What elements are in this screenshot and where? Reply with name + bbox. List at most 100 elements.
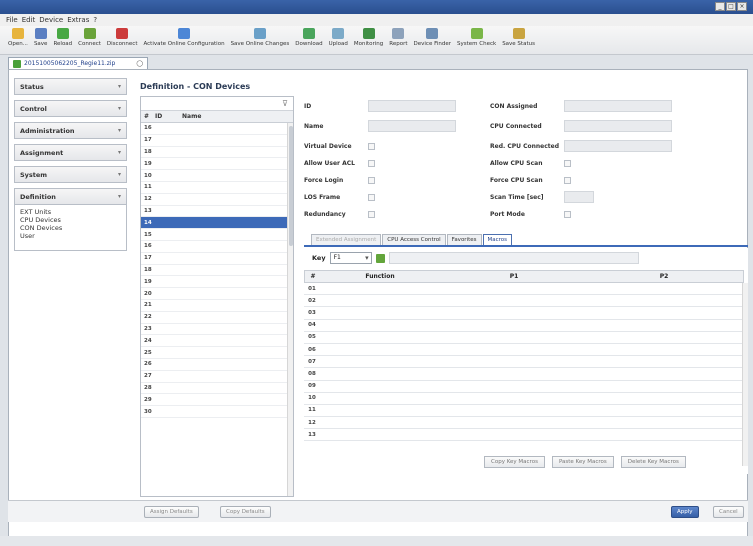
device-row[interactable]: 21 [141, 300, 293, 312]
macro-row[interactable]: 03 [304, 307, 744, 320]
port-mode-checkbox[interactable] [564, 210, 571, 218]
device-row[interactable]: 25 [141, 347, 293, 359]
menu-extras[interactable]: Extras [67, 16, 89, 24]
tab-2[interactable]: Favorites [446, 234, 482, 245]
toolbar-button-13[interactable]: Save Status [502, 26, 535, 47]
device-row[interactable]: 17 [141, 253, 293, 265]
macro-row[interactable]: 11 [304, 405, 744, 418]
toolbar-button-6[interactable]: Save Online Changes [231, 26, 289, 47]
apply-button[interactable]: Apply [671, 506, 699, 518]
menu-device[interactable]: Device [39, 16, 63, 24]
name-field[interactable] [368, 120, 456, 132]
nav-sub-item[interactable]: EXT Units [20, 208, 121, 216]
key-select[interactable]: F1 [329, 252, 372, 264]
device-row[interactable]: 19 [141, 276, 293, 289]
nav-section-2[interactable]: Administration ▾ [14, 122, 127, 139]
device-row[interactable]: 24 [141, 335, 293, 348]
macro-row[interactable]: 07 [304, 356, 744, 369]
tab-1[interactable]: CPU Access Control [382, 234, 446, 245]
cpu-connected-field[interactable] [564, 120, 672, 132]
filter-row[interactable]: ⊽ [141, 97, 293, 111]
macro-row[interactable]: 02 [304, 295, 744, 308]
nav-sub-item[interactable]: CPU Devices [20, 216, 121, 224]
apply-key-icon[interactable] [375, 253, 385, 263]
device-row[interactable]: 16 [141, 123, 293, 135]
device-row[interactable]: 16 [141, 241, 293, 253]
menu-help[interactable]: ? [93, 16, 97, 24]
assign-defaults-button[interactable]: Assign Defaults [144, 506, 199, 518]
macro-row[interactable]: 01 [304, 283, 744, 296]
nav-section-5[interactable]: Definition ▾ [14, 188, 127, 205]
scroll-thumb[interactable] [289, 126, 293, 246]
device-row[interactable]: 27 [141, 371, 293, 383]
macro-row[interactable]: 13 [304, 429, 744, 442]
toolbar-button-0[interactable]: Open... [8, 26, 28, 47]
nav-sub-item[interactable]: CON Devices [20, 224, 121, 232]
device-row[interactable]: 15 [141, 229, 293, 241]
toolbar-button-1[interactable]: Save [34, 26, 47, 47]
col-p1[interactable]: P1 [439, 273, 589, 280]
nav-sub-item[interactable]: User [20, 232, 121, 240]
toolbar-button-12[interactable]: System Check [457, 26, 496, 47]
toolbar-button-3[interactable]: Connect [78, 26, 101, 47]
con-assigned-field[interactable] [564, 100, 672, 112]
toolbar-button-10[interactable]: Report [389, 26, 408, 47]
id-field[interactable] [368, 100, 456, 112]
toolbar-button-9[interactable]: Monitoring [354, 26, 383, 47]
device-row[interactable]: 17 [141, 135, 293, 147]
nav-section-4[interactable]: System ▾ [14, 166, 127, 183]
macro-row[interactable]: 04 [304, 320, 744, 332]
device-row[interactable]: 30 [141, 406, 293, 418]
macro-button-2[interactable]: Delete Key Macros [620, 456, 686, 468]
device-row[interactable]: 13 [141, 206, 293, 218]
device-row[interactable]: 11 [141, 182, 293, 194]
device-row[interactable]: 23 [141, 324, 293, 336]
close-tab-icon[interactable]: ◯ [136, 60, 143, 67]
los-frame-checkbox[interactable] [368, 193, 375, 201]
device-row[interactable]: 29 [141, 394, 293, 407]
col-name[interactable]: Name [182, 113, 201, 120]
list-scrollbar[interactable] [287, 123, 293, 496]
macro-row[interactable]: 05 [304, 332, 744, 344]
toolbar-button-7[interactable]: Download [295, 26, 323, 47]
col-id[interactable]: ID [155, 113, 182, 120]
device-row[interactable]: 28 [141, 383, 293, 395]
minimize-icon[interactable]: _ [715, 2, 725, 11]
filter-icon[interactable]: ⊽ [282, 99, 288, 108]
tab-0[interactable]: Extended Assignment [311, 234, 382, 245]
tab-3[interactable]: Macros [482, 234, 513, 245]
menu-edit[interactable]: Edit [22, 16, 36, 24]
macro-row[interactable]: 10 [304, 393, 744, 405]
maximize-icon[interactable]: □ [726, 2, 736, 11]
macro-row[interactable]: 09 [304, 381, 744, 393]
nav-section-1[interactable]: Control ▾ [14, 100, 127, 117]
allow-cpu-scan-checkbox[interactable] [564, 159, 571, 167]
toolbar-button-8[interactable]: Upload [329, 26, 348, 47]
device-row[interactable]: 26 [141, 359, 293, 371]
close-icon[interactable]: × [737, 2, 747, 11]
macro-row[interactable]: 08 [304, 368, 744, 381]
document-tab[interactable]: 20151005062205_Regie11.zip ◯ [8, 57, 148, 69]
device-row[interactable]: 12 [141, 194, 293, 206]
allow-user-acl-checkbox[interactable] [368, 159, 375, 167]
toolbar-button-5[interactable]: Activate Online Configuration [143, 26, 225, 47]
cancel-button[interactable]: Cancel [713, 506, 744, 518]
toolbar-button-11[interactable]: Device Finder [414, 26, 451, 47]
macro-row[interactable]: 12 [304, 417, 744, 430]
macro-button-0[interactable]: Copy Key Macros [484, 456, 545, 468]
toolbar-button-4[interactable]: Disconnect [107, 26, 137, 47]
macro-row[interactable]: 06 [304, 344, 744, 357]
force-login-checkbox[interactable] [368, 176, 375, 184]
device-row[interactable]: 22 [141, 312, 293, 324]
macro-button-1[interactable]: Paste Key Macros [551, 456, 614, 468]
device-row[interactable]: 18 [141, 147, 293, 159]
nav-section-0[interactable]: Status ▾ [14, 78, 127, 95]
device-row[interactable]: 19 [141, 158, 293, 171]
device-row[interactable]: 14 [141, 217, 293, 230]
device-row[interactable]: 20 [141, 288, 293, 300]
col-p2[interactable]: P2 [589, 273, 739, 280]
col-function[interactable]: Function [321, 273, 439, 280]
device-row[interactable]: 10 [141, 170, 293, 182]
toolbar-button-2[interactable]: Reload [53, 26, 72, 47]
red-cpu-field[interactable] [564, 140, 672, 152]
